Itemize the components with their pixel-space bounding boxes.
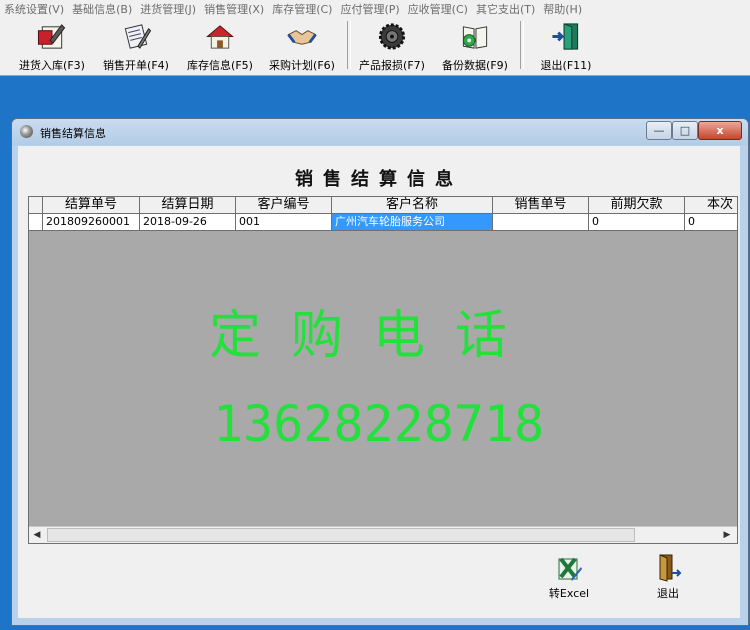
handshake-icon (287, 30, 317, 45)
cell-settle-no[interactable]: 201809260001 (43, 214, 140, 230)
menu-basic-info[interactable]: 基础信息(B) (68, 1, 136, 17)
col-previous-debt[interactable]: 前期欠款 (589, 197, 685, 213)
purchase-in-label: 进货入库(F3) (19, 59, 85, 72)
scrollbar-thumb[interactable] (47, 528, 635, 542)
sales-order-icon (124, 24, 152, 49)
row-indicator-header (29, 197, 43, 213)
stock-info-label: 库存信息(F5) (187, 59, 253, 72)
cell-customer-name[interactable]: 广州汽车轮胎服务公司 (332, 214, 493, 230)
scroll-left-arrow-icon[interactable]: ◀ (29, 527, 45, 543)
cell-customer-no[interactable]: 001 (236, 214, 332, 230)
col-settle-date[interactable]: 结算日期 (140, 197, 236, 213)
menu-help[interactable]: 帮助(H) (539, 1, 586, 17)
col-customer-no[interactable]: 客户编号 (236, 197, 332, 213)
purchase-plan-label: 采购计划(F6) (269, 59, 335, 72)
backup-label: 备份数据(F9) (442, 59, 508, 72)
house-icon (206, 25, 234, 49)
book-backup-icon (462, 26, 488, 49)
col-current[interactable]: 本次 (685, 197, 737, 213)
toolbar-separator-2 (520, 21, 524, 69)
row-indicator (29, 214, 43, 230)
scroll-right-arrow-icon[interactable]: ▶ (719, 527, 735, 543)
menu-purchase-management[interactable]: 进货管理(J) (136, 1, 200, 17)
window-app-icon (20, 125, 33, 138)
sales-order-label: 销售开单(F4) (103, 59, 169, 72)
purchase-in-icon (37, 24, 66, 49)
grid-header: 结算单号 结算日期 客户编号 客户名称 销售单号 前期欠款 本次 (29, 197, 737, 214)
col-settle-no[interactable]: 结算单号 (43, 197, 140, 213)
product-loss-label: 产品报损(F7) (359, 59, 425, 72)
exit-label: 退出 (657, 587, 679, 600)
table-row[interactable]: 201809260001 2018-09-26 001 广州汽车轮胎服务公司 0… (29, 214, 737, 231)
maximize-button[interactable]: □ (672, 121, 698, 140)
export-excel-label: 转Excel (548, 587, 590, 600)
toolbar-separator (347, 21, 351, 69)
exit-door-icon (659, 554, 682, 582)
gear-icon (378, 23, 406, 50)
window-title: 销售结算信息 (40, 127, 106, 140)
purchase-in-button[interactable]: 进货入库(F3) (12, 19, 92, 73)
stock-info-button[interactable]: 库存信息(F5) (180, 19, 260, 73)
exit-door-icon (552, 23, 579, 50)
purchase-plan-button[interactable]: 采购计划(F6) (262, 19, 342, 73)
sales-order-button[interactable]: 销售开单(F4) (96, 19, 176, 73)
col-customer-name[interactable]: 客户名称 (332, 197, 493, 213)
excel-icon (558, 557, 582, 581)
col-sale-no[interactable]: 销售单号 (493, 197, 589, 213)
export-excel-button[interactable]: 转Excel (539, 553, 599, 601)
toolbar: 进货入库(F3) 销售开单(F4) 库存信息(F5) 采购计划(F6) 产品报损… (0, 17, 750, 76)
cell-previous-debt[interactable]: 0 (589, 214, 685, 230)
page-title: 销售结算信息 (295, 169, 463, 190)
cell-sale-no[interactable] (493, 214, 589, 230)
exit-toolbar-button[interactable]: 退出(F11) (526, 19, 606, 73)
menu-system-settings[interactable]: 系统设置(V) (0, 1, 68, 17)
exit-button[interactable]: 退出 (638, 553, 698, 601)
sales-settlement-window: 销售结算信息 — □ x 销售结算信息 结算单号 结算日期 客户编号 客户名称 … (11, 118, 749, 626)
window-titlebar[interactable]: 销售结算信息 — □ x (12, 119, 748, 145)
product-loss-button[interactable]: 产品报损(F7) (352, 19, 432, 73)
exit-toolbar-label: 退出(F11) (540, 59, 592, 72)
cell-current[interactable]: 0 (685, 214, 737, 230)
settlement-grid[interactable]: 结算单号 结算日期 客户编号 客户名称 销售单号 前期欠款 本次 2018092… (28, 196, 738, 544)
minimize-button[interactable]: — (646, 121, 672, 140)
watermark-phone-number: 13628228718 (213, 395, 545, 453)
menu-other-expenses[interactable]: 其它支出(T) (472, 1, 539, 17)
cell-settle-date[interactable]: 2018-09-26 (140, 214, 236, 230)
close-button[interactable]: x (698, 121, 742, 140)
menu-bar: 系统设置(V) 基础信息(B) 进货管理(J) 销售管理(X) 库存管理(C) … (0, 0, 750, 17)
watermark-order-phone-label: 定购电话 (209, 306, 538, 366)
menu-sales-management[interactable]: 销售管理(X) (200, 1, 268, 17)
menu-stock-management[interactable]: 库存管理(C) (268, 1, 336, 17)
backup-button[interactable]: 备份数据(F9) (435, 19, 515, 73)
window-client-area: 销售结算信息 结算单号 结算日期 客户编号 客户名称 销售单号 前期欠款 本次 … (18, 146, 740, 618)
menu-receivables-management[interactable]: 应收管理(C) (404, 1, 472, 17)
horizontal-scrollbar[interactable]: ◀ ▶ (29, 526, 737, 543)
menu-payables-management[interactable]: 应付管理(P) (336, 1, 403, 17)
